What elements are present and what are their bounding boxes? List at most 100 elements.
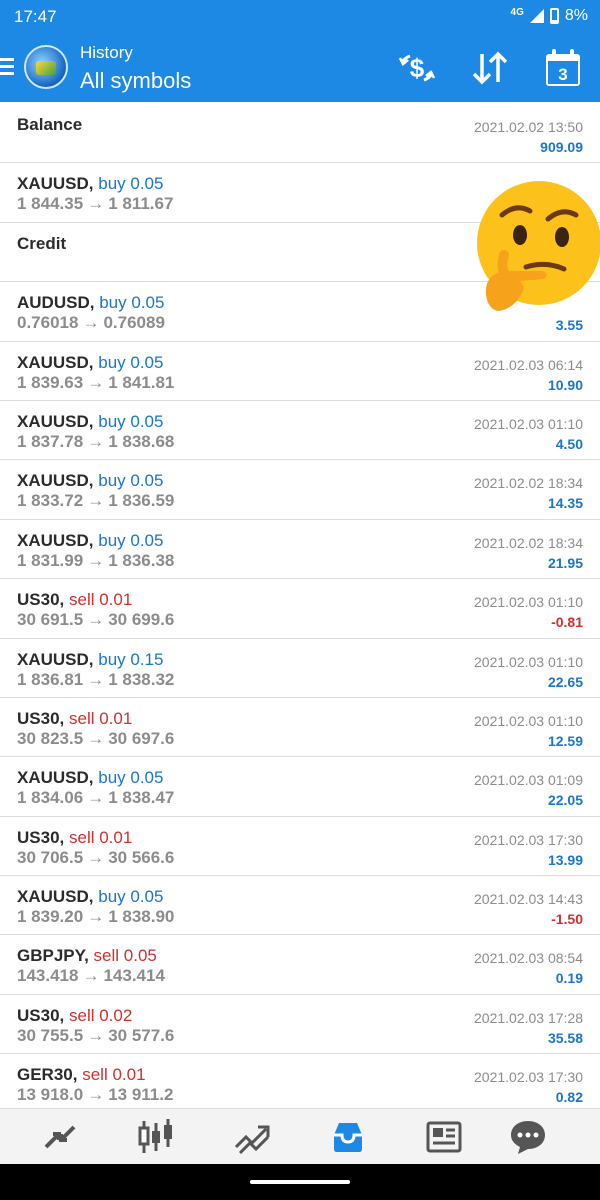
open-price: 1 839.20 (17, 907, 84, 927)
trade-side-volume: buy 0.05 (99, 293, 165, 313)
trade-side-volume: sell 0.01 (68, 590, 133, 610)
history-row[interactable]: US30, sell 0.01 30 823.5 → 30 697.6 2021.02.… (0, 698, 600, 758)
open-price: 1 836.81 (17, 669, 84, 689)
row-prices: 1 839.63 → 1 841.81 (17, 373, 174, 393)
row-symbol: GER30, sell 0.01 (17, 1065, 146, 1085)
chart-icon[interactable] (136, 1117, 176, 1157)
row-symbol: XAUUSD, buy 0.05 (17, 531, 163, 551)
price-arrow-icon: → (87, 669, 105, 689)
row-prices: 0.76018 → 0.76089 (17, 313, 165, 333)
row-prices: 1 833.72 → 1 836.59 (17, 491, 174, 511)
trade-side-volume: buy 0.05 (98, 530, 164, 550)
history-row[interactable]: XAUUSD, buy 0.05 1 831.99 → 1 836.38 2021.02… (0, 520, 600, 580)
open-price: 1 839.63 (17, 372, 84, 392)
news-icon[interactable] (424, 1117, 464, 1157)
history-row[interactable]: GER30, sell 0.01 13 918.0 → 13 911.2 2021.02… (0, 1054, 600, 1108)
history-row[interactable]: US30, sell 0.01 30 691.5 → 30 699.6 2021.02.… (0, 579, 600, 639)
row-prices: 13 918.0 → 13 911.2 (17, 1085, 173, 1105)
price-arrow-icon: → (87, 728, 105, 748)
history-row[interactable]: XAUUSD, buy 0.05 1 833.72 → 1 836.59 2021.02… (0, 460, 600, 520)
row-prices: 1 844.35 → 1 811.67 (17, 194, 173, 214)
row-symbol: US30, sell 0.01 (17, 828, 132, 848)
chat-icon[interactable] (508, 1117, 548, 1157)
price-arrow-icon: → (87, 431, 105, 451)
deposit-withdraw-icon[interactable]: $ (396, 48, 438, 88)
history-row[interactable]: XAUUSD, buy 0.15 1 836.81 → 1 838.32 2021.02… (0, 639, 600, 698)
status-bar: 17:47 4G 8% (0, 0, 600, 34)
row-prices: 1 834.06 → 1 838.47 (17, 788, 174, 808)
row-profit: 13.99 (547, 851, 583, 868)
row-date: 2021.02.03 01:10 (474, 712, 583, 729)
trade-side-volume: buy 0.15 (98, 649, 164, 669)
page-subtitle: History (80, 43, 133, 62)
row-date: 2021.02.02 18:34 (474, 475, 583, 492)
row-date: 2021.02.03 01:10 (474, 594, 583, 611)
row-symbol: AUDUSD, buy 0.05 (17, 293, 164, 313)
trade-side-volume: buy 0.05 (98, 352, 164, 372)
symbol-label: US30, (17, 590, 65, 610)
history-row[interactable]: XAUUSD, buy 0.05 1 839.20 → 1 838.90 2021.02… (0, 876, 600, 936)
row-profit: 0.19 (555, 970, 583, 987)
symbol-label: XAUUSD, (17, 887, 94, 907)
row-profit: -1.50 (551, 911, 583, 928)
symbol-label: US30, (17, 708, 65, 728)
close-price: 1 836.38 (108, 550, 175, 570)
row-symbol: US30, sell 0.01 (17, 590, 132, 610)
trade-side-volume: buy 0.05 (98, 471, 164, 491)
battery-percent: 8% (564, 7, 588, 24)
price-arrow-icon: → (87, 1085, 105, 1105)
sort-icon[interactable] (470, 48, 510, 88)
history-row[interactable]: GBPJPY, sell 0.05 143.418 → 143.414 2021.02.… (0, 935, 600, 995)
svg-text:$: $ (410, 53, 425, 83)
trade-side-volume: sell 0.01 (82, 1065, 146, 1085)
open-price: 1 837.78 (17, 431, 84, 451)
row-date: 2021.02.03 01:10 (474, 653, 583, 670)
close-price: 30 697.6 (108, 728, 175, 748)
close-price: 13 911.2 (108, 1085, 174, 1105)
history-icon[interactable] (328, 1117, 368, 1157)
row-prices: 1 839.20 → 1 838.90 (17, 907, 174, 927)
history-row[interactable]: XAUUSD, buy 0.05 1 837.78 → 1 838.68 2021.02… (0, 401, 600, 461)
row-symbol: GBPJPY, sell 0.05 (17, 946, 157, 966)
symbol-label: XAUUSD, (17, 530, 94, 550)
row-profit: 21.95 (547, 554, 583, 571)
trade-side-volume: sell 0.05 (93, 946, 157, 966)
open-price: 30 755.5 (17, 1025, 84, 1045)
close-price: 1 838.32 (108, 669, 175, 689)
row-profit: 22.05 (547, 792, 583, 809)
symbol-label: XAUUSD, (17, 768, 94, 788)
history-row[interactable]: XAUUSD, buy 0.05 1 834.06 → 1 838.47 2021.02… (0, 757, 600, 817)
history-row[interactable]: XAUUSD, buy 0.05 1 839.63 → 1 841.81 2021.02… (0, 342, 600, 401)
row-prices: 30 823.5 → 30 697.6 (17, 729, 174, 749)
menu-icon[interactable] (0, 58, 14, 76)
home-handle[interactable] (250, 1180, 350, 1184)
row-prices: 30 691.5 → 30 699.6 (17, 610, 174, 630)
row-profit: 12.59 (547, 732, 583, 749)
close-price: 1 811.67 (108, 194, 174, 214)
app-logo[interactable] (24, 45, 68, 89)
history-row[interactable]: US30, sell 0.02 30 755.5 → 30 577.6 2021.02.… (0, 995, 600, 1055)
history-row[interactable]: US30, sell 0.01 30 706.5 → 30 566.6 2021.02.… (0, 817, 600, 877)
trade-side-volume: sell 0.01 (68, 827, 133, 847)
page-title[interactable]: All symbols (80, 68, 191, 94)
quotes-icon[interactable] (40, 1117, 80, 1157)
history-row[interactable]: Balance 2021.02.02 13:50 909.09 (0, 104, 600, 164)
trade-side-volume: buy 0.05 (98, 174, 164, 194)
trade-icon[interactable] (232, 1117, 272, 1157)
symbol-label: US30, (17, 1005, 65, 1025)
row-date: 2021.02.02 13:50 (474, 119, 583, 135)
price-arrow-icon: → (87, 491, 105, 511)
calendar-icon[interactable]: 3 (544, 48, 582, 88)
row-date: 2021.02.03 01:10 (474, 415, 583, 432)
row-date: 2021.02.03 17:30 (474, 831, 583, 848)
open-price: 30 706.5 (17, 847, 84, 867)
trade-side-volume: sell 0.01 (68, 708, 133, 728)
row-symbol: US30, sell 0.02 (17, 1006, 132, 1026)
row-profit: 35.58 (547, 1029, 583, 1046)
row-date: 2021.02.03 17:28 (474, 1009, 583, 1026)
row-symbol: XAUUSD, buy 0.05 (17, 412, 163, 432)
row-symbol: XAUUSD, buy 0.05 (17, 887, 163, 907)
symbol-label: XAUUSD, (17, 649, 94, 669)
row-symbol: Credit (17, 234, 66, 254)
price-arrow-icon: → (82, 313, 100, 333)
